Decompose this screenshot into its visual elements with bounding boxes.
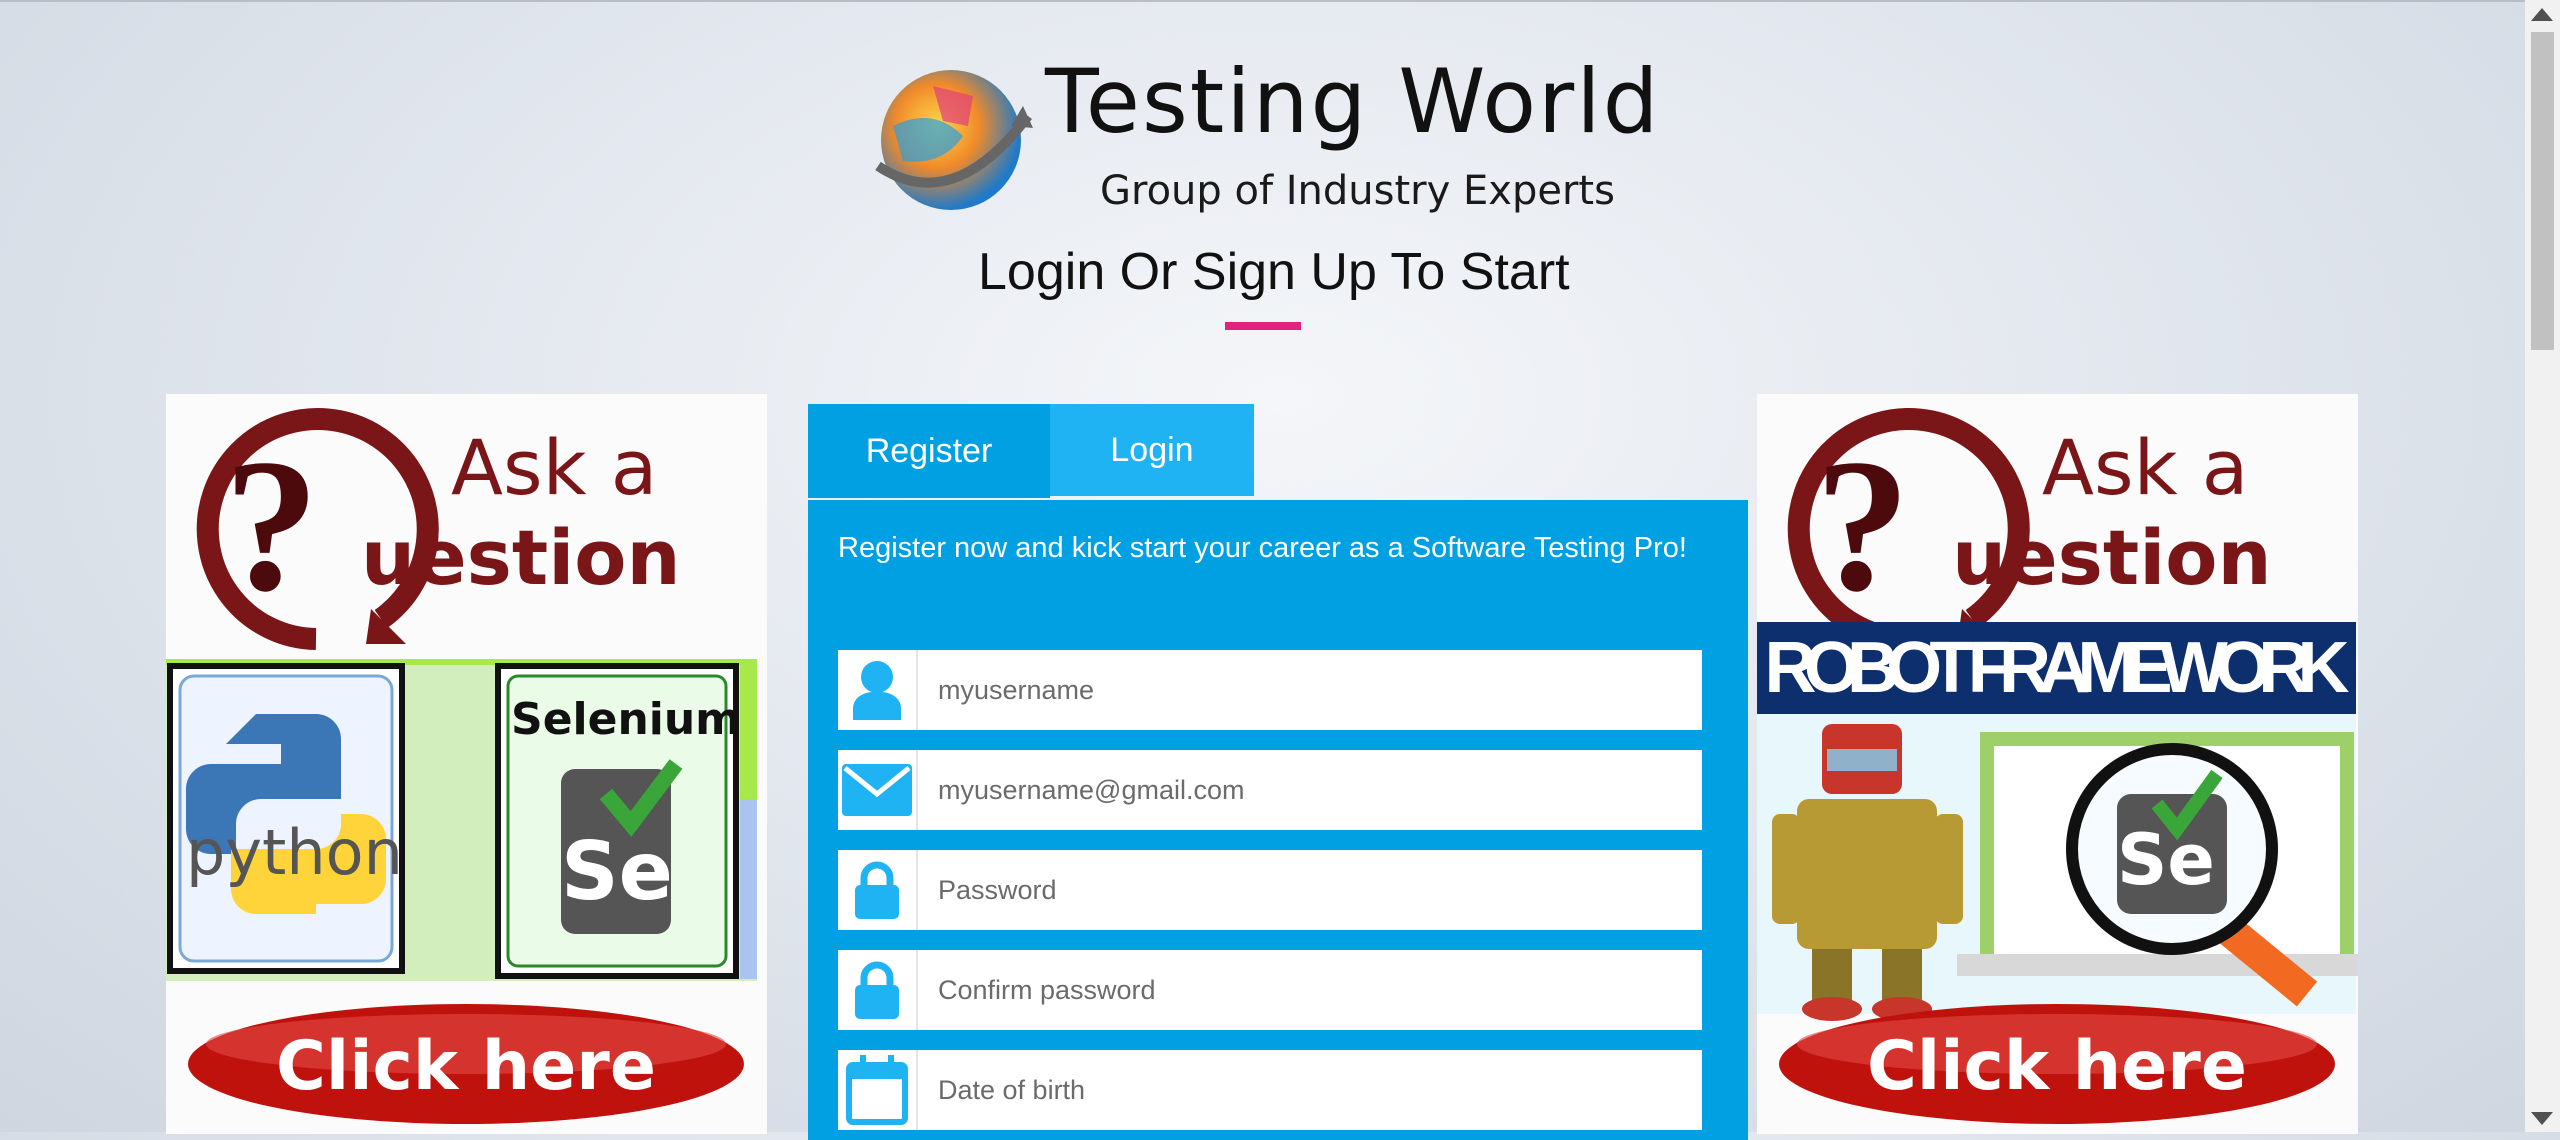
tab-login[interactable]: Login bbox=[1050, 404, 1254, 496]
ad-left-line1: Ask a bbox=[451, 423, 657, 512]
password-field bbox=[838, 850, 1702, 930]
heading-underline bbox=[1225, 322, 1301, 330]
selenium-label: Selenium bbox=[511, 694, 741, 745]
ask-question-ad-left[interactable]: ? Ask a uestion python Selenium Se Click… bbox=[166, 394, 767, 1134]
tab-register-label: Register bbox=[865, 431, 993, 470]
confirm-password-field bbox=[838, 950, 1702, 1030]
scrollbar-thumb[interactable] bbox=[2531, 32, 2554, 350]
ad-right-click-here[interactable]: Click here bbox=[1867, 1027, 2247, 1106]
tab-register[interactable]: Register bbox=[808, 404, 1050, 498]
robot-framework-banner: ROBOT FRAMEWORK bbox=[1765, 628, 2350, 708]
svg-text:?: ? bbox=[224, 421, 319, 631]
user-icon bbox=[838, 650, 918, 730]
ad-left-click-here[interactable]: Click here bbox=[276, 1027, 656, 1106]
se-label: Se bbox=[561, 825, 673, 918]
window-top-border bbox=[0, 0, 2525, 2]
ad-right-line2: uestion bbox=[1952, 513, 2272, 602]
date-of-birth-input[interactable] bbox=[918, 1050, 1702, 1130]
ask-question-ad-right[interactable]: ? Ask a uestion ROBOT FRAMEWORK Se Click… bbox=[1757, 394, 2358, 1134]
scroll-down-arrow-icon[interactable] bbox=[2531, 1112, 2553, 1125]
envelope-icon bbox=[838, 750, 918, 830]
username-input[interactable] bbox=[918, 650, 1702, 730]
lock-icon bbox=[838, 950, 918, 1030]
ad-left-line2: uestion bbox=[361, 513, 681, 602]
password-input[interactable] bbox=[918, 850, 1702, 930]
confirm-password-input[interactable] bbox=[918, 950, 1702, 1030]
brand-title: Testing World bbox=[1045, 50, 1661, 153]
register-intro-text: Register now and kick start your career … bbox=[838, 532, 1687, 564]
email-input[interactable] bbox=[918, 750, 1702, 830]
lock-icon bbox=[838, 850, 918, 930]
page-heading: Login Or Sign Up To Start bbox=[978, 243, 1570, 301]
date-of-birth-field bbox=[838, 1050, 1702, 1130]
username-field bbox=[838, 650, 1702, 730]
se-label-right: Se bbox=[2117, 819, 2215, 901]
svg-text:?: ? bbox=[1815, 421, 1910, 631]
scroll-up-arrow-icon[interactable] bbox=[2531, 8, 2553, 21]
email-field bbox=[838, 750, 1702, 830]
globe-logo-icon bbox=[873, 66, 1033, 216]
brand-subtitle: Group of Industry Experts bbox=[1100, 168, 1615, 214]
ad-right-line1: Ask a bbox=[2042, 423, 2248, 512]
calendar-icon bbox=[838, 1050, 918, 1130]
python-label: python bbox=[186, 816, 403, 889]
tab-login-label: Login bbox=[1110, 430, 1194, 469]
